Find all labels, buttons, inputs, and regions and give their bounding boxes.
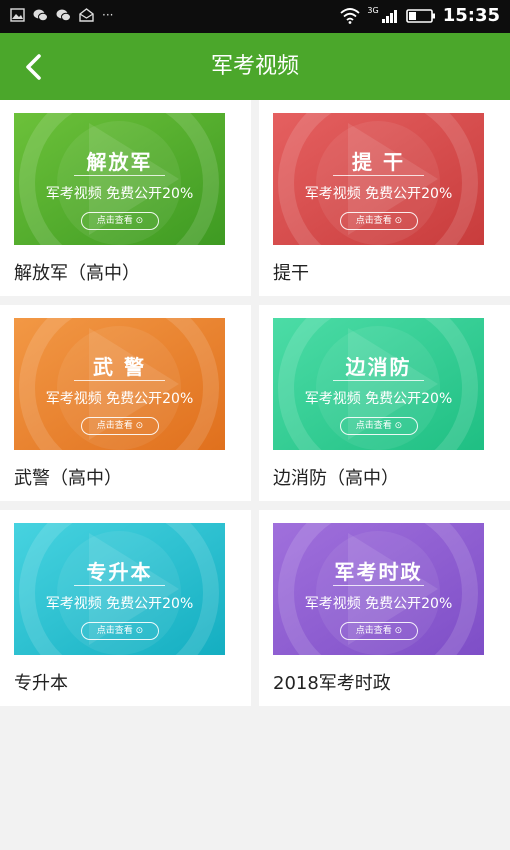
play-circle-icon: ⊙ bbox=[394, 216, 403, 226]
battery-icon bbox=[405, 8, 435, 23]
category-label: 专升本 bbox=[14, 673, 68, 694]
view-button[interactable]: 点击查看 ⊙ bbox=[81, 417, 159, 435]
thumbnail-subtitle: 军考视频 免费公开20% bbox=[304, 391, 453, 407]
thumbnail-divider bbox=[333, 380, 424, 381]
category-label: 武警（高中） bbox=[14, 468, 122, 489]
category-thumbnail[interactable]: 军考时政 军考视频 免费公开20% 点击查看 ⊙ bbox=[273, 523, 484, 655]
category-card[interactable]: 解放军 军考视频 免费公开20% 点击查看 ⊙ 解放军（高中） bbox=[0, 100, 251, 296]
thumbnail-title: 军考时政 bbox=[334, 560, 423, 584]
view-button-label: 点击查看 bbox=[355, 626, 392, 636]
category-thumbnail[interactable]: 提 干 军考视频 免费公开20% 点击查看 ⊙ bbox=[273, 113, 484, 245]
thumbnail-divider bbox=[333, 585, 424, 586]
view-button[interactable]: 点击查看 ⊙ bbox=[340, 622, 418, 640]
view-button-label: 点击查看 bbox=[355, 216, 392, 226]
thumbnail-title: 边消防 bbox=[345, 355, 412, 379]
thumbnail-divider bbox=[74, 585, 165, 586]
category-label: 提干 bbox=[273, 263, 309, 284]
view-button-label: 点击查看 bbox=[96, 216, 133, 226]
more-notifications-indicator: ··· bbox=[102, 8, 114, 22]
notification-icons: ··· bbox=[10, 8, 113, 22]
view-button-label: 点击查看 bbox=[96, 626, 133, 636]
play-circle-icon: ⊙ bbox=[135, 421, 144, 431]
category-label: 解放军（高中） bbox=[14, 263, 140, 284]
view-button[interactable]: 点击查看 ⊙ bbox=[81, 212, 159, 230]
page-title: 军考视频 bbox=[210, 54, 299, 79]
system-icons: 3G 15:35 bbox=[340, 5, 500, 26]
category-thumbnail[interactable]: 边消防 军考视频 免费公开20% 点击查看 ⊙ bbox=[273, 318, 484, 450]
network-type-label: 3G bbox=[367, 6, 379, 15]
thumbnail-subtitle: 军考视频 免费公开20% bbox=[304, 596, 453, 612]
thumbnail-subtitle: 军考视频 免费公开20% bbox=[304, 186, 453, 202]
category-card[interactable]: 专升本 军考视频 免费公开20% 点击查看 ⊙ 专升本 bbox=[0, 510, 251, 706]
view-button[interactable]: 点击查看 ⊙ bbox=[81, 622, 159, 640]
thumbnail-subtitle: 军考视频 免费公开20% bbox=[45, 186, 194, 202]
thumbnail-divider bbox=[74, 175, 165, 176]
category-label: 2018军考时政 bbox=[273, 673, 391, 694]
thumbnail-title: 专升本 bbox=[86, 560, 153, 584]
view-button-label: 点击查看 bbox=[96, 421, 133, 431]
view-button[interactable]: 点击查看 ⊙ bbox=[340, 212, 418, 230]
wifi-icon bbox=[340, 7, 361, 24]
wechat-icon-2 bbox=[56, 9, 71, 22]
category-card[interactable]: 边消防 军考视频 免费公开20% 点击查看 ⊙ 边消防（高中） bbox=[259, 305, 510, 501]
thumbnail-title: 武 警 bbox=[93, 355, 146, 379]
play-circle-icon: ⊙ bbox=[394, 626, 403, 636]
view-button[interactable]: 点击查看 ⊙ bbox=[340, 417, 418, 435]
category-label: 边消防（高中） bbox=[273, 468, 399, 489]
thumbnail-title: 解放军 bbox=[86, 150, 153, 174]
gallery-icon bbox=[10, 8, 25, 22]
wechat-icon bbox=[33, 9, 48, 22]
category-card[interactable]: 提 干 军考视频 免费公开20% 点击查看 ⊙ 提干 bbox=[259, 100, 510, 296]
category-thumbnail[interactable]: 解放军 军考视频 免费公开20% 点击查看 ⊙ bbox=[14, 113, 225, 245]
category-card[interactable]: 武 警 军考视频 免费公开20% 点击查看 ⊙ 武警（高中） bbox=[0, 305, 251, 501]
thumbnail-divider bbox=[74, 380, 165, 381]
app-header: 军考视频 bbox=[0, 33, 510, 100]
clock: 15:35 bbox=[442, 5, 500, 26]
category-thumbnail[interactable]: 武 警 军考视频 免费公开20% 点击查看 ⊙ bbox=[14, 318, 225, 450]
status-bar: ··· 3G 15:35 bbox=[0, 0, 510, 33]
signal-icon bbox=[381, 9, 397, 23]
play-circle-icon: ⊙ bbox=[394, 421, 403, 431]
thumbnail-divider bbox=[333, 175, 424, 176]
mail-icon bbox=[79, 8, 94, 22]
thumbnail-subtitle: 军考视频 免费公开20% bbox=[45, 596, 194, 612]
play-circle-icon: ⊙ bbox=[135, 216, 144, 226]
category-thumbnail[interactable]: 专升本 军考视频 免费公开20% 点击查看 ⊙ bbox=[14, 523, 225, 655]
thumbnail-title: 提 干 bbox=[352, 150, 405, 174]
thumbnail-subtitle: 军考视频 免费公开20% bbox=[45, 391, 194, 407]
category-card[interactable]: 军考时政 军考视频 免费公开20% 点击查看 ⊙ 2018军考时政 bbox=[259, 510, 510, 706]
play-circle-icon: ⊙ bbox=[135, 626, 144, 636]
view-button-label: 点击查看 bbox=[355, 421, 392, 431]
